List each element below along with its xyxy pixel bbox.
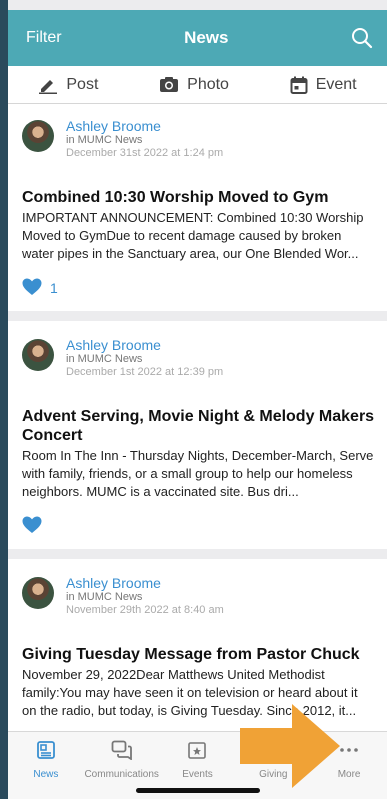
heart-icon[interactable]: [22, 278, 42, 299]
avatar[interactable]: [22, 120, 54, 152]
photo-label: Photo: [187, 75, 229, 93]
tab-label: More: [337, 769, 361, 780]
news-icon: [36, 740, 56, 763]
heart-icon[interactable]: [22, 516, 42, 537]
news-post[interactable]: Ashley Broome in MUMC News December 1st …: [8, 321, 387, 549]
photo-button[interactable]: Photo: [159, 76, 229, 94]
post-group: in MUMC News: [66, 134, 143, 146]
post-group: in MUMC News: [66, 353, 143, 365]
like-row: [22, 515, 375, 537]
like-count: 1: [50, 280, 58, 296]
tab-label: News: [33, 769, 59, 780]
calendar-icon: [290, 76, 308, 94]
post-date: December 1st 2022 at 12:39 pm: [66, 366, 224, 378]
news-post[interactable]: Ashley Broome in MUMC News December 31st…: [8, 104, 387, 311]
arrow-annotation-icon: [240, 704, 340, 788]
tab-news[interactable]: News: [8, 740, 84, 799]
avatar[interactable]: [22, 577, 54, 609]
author-name[interactable]: Ashley Broome: [66, 337, 223, 353]
post-label: Post: [66, 75, 99, 93]
calendar-star-icon: [187, 740, 207, 763]
tab-label: Events: [182, 769, 213, 780]
event-label: Event: [315, 75, 357, 93]
post-header: Ashley Broome in MUMC News December 31st…: [22, 118, 375, 160]
pencil-icon: [38, 76, 58, 94]
post-body[interactable]: Room In The Inn - Thursday Nights, Decem…: [22, 447, 375, 501]
top-nav-bar: Filter News: [8, 10, 387, 66]
post-header: Ashley Broome in MUMC News December 1st …: [22, 337, 375, 379]
app-frame: Filter News Post Photo Event Ashley Broo…: [8, 0, 387, 799]
post-body[interactable]: IMPORTANT ANNOUNCEMENT: Combined 10:30 W…: [22, 209, 375, 263]
post-date: November 29th 2022 at 8:40 am: [66, 604, 224, 616]
camera-icon: [159, 76, 179, 93]
post-button[interactable]: Post: [38, 76, 98, 94]
tab-label: Communications: [84, 769, 159, 780]
compose-bar: Post Photo Event: [8, 66, 387, 104]
post-header: Ashley Broome in MUMC News November 29th…: [22, 575, 375, 617]
like-row: 1: [22, 277, 375, 299]
post-title[interactable]: Combined 10:30 Worship Moved to Gym: [22, 188, 375, 207]
home-indicator: [135, 788, 260, 793]
filter-button[interactable]: Filter: [26, 29, 62, 47]
more-dots-icon: [338, 740, 360, 763]
post-date: December 31st 2022 at 1:24 pm: [66, 147, 224, 159]
post-title[interactable]: Giving Tuesday Message from Pastor Chuck: [22, 645, 375, 664]
avatar[interactable]: [22, 339, 54, 371]
search-icon[interactable]: [351, 27, 373, 49]
author-name[interactable]: Ashley Broome: [66, 118, 223, 134]
chat-icon: [111, 740, 133, 763]
post-group: in MUMC News: [66, 591, 143, 603]
event-button[interactable]: Event: [290, 76, 357, 94]
news-feed[interactable]: Ashley Broome in MUMC News December 31st…: [8, 104, 387, 731]
author-name[interactable]: Ashley Broome: [66, 575, 224, 591]
page-title: News: [184, 28, 229, 47]
post-title[interactable]: Advent Serving, Movie Night & Melody Mak…: [22, 407, 375, 445]
